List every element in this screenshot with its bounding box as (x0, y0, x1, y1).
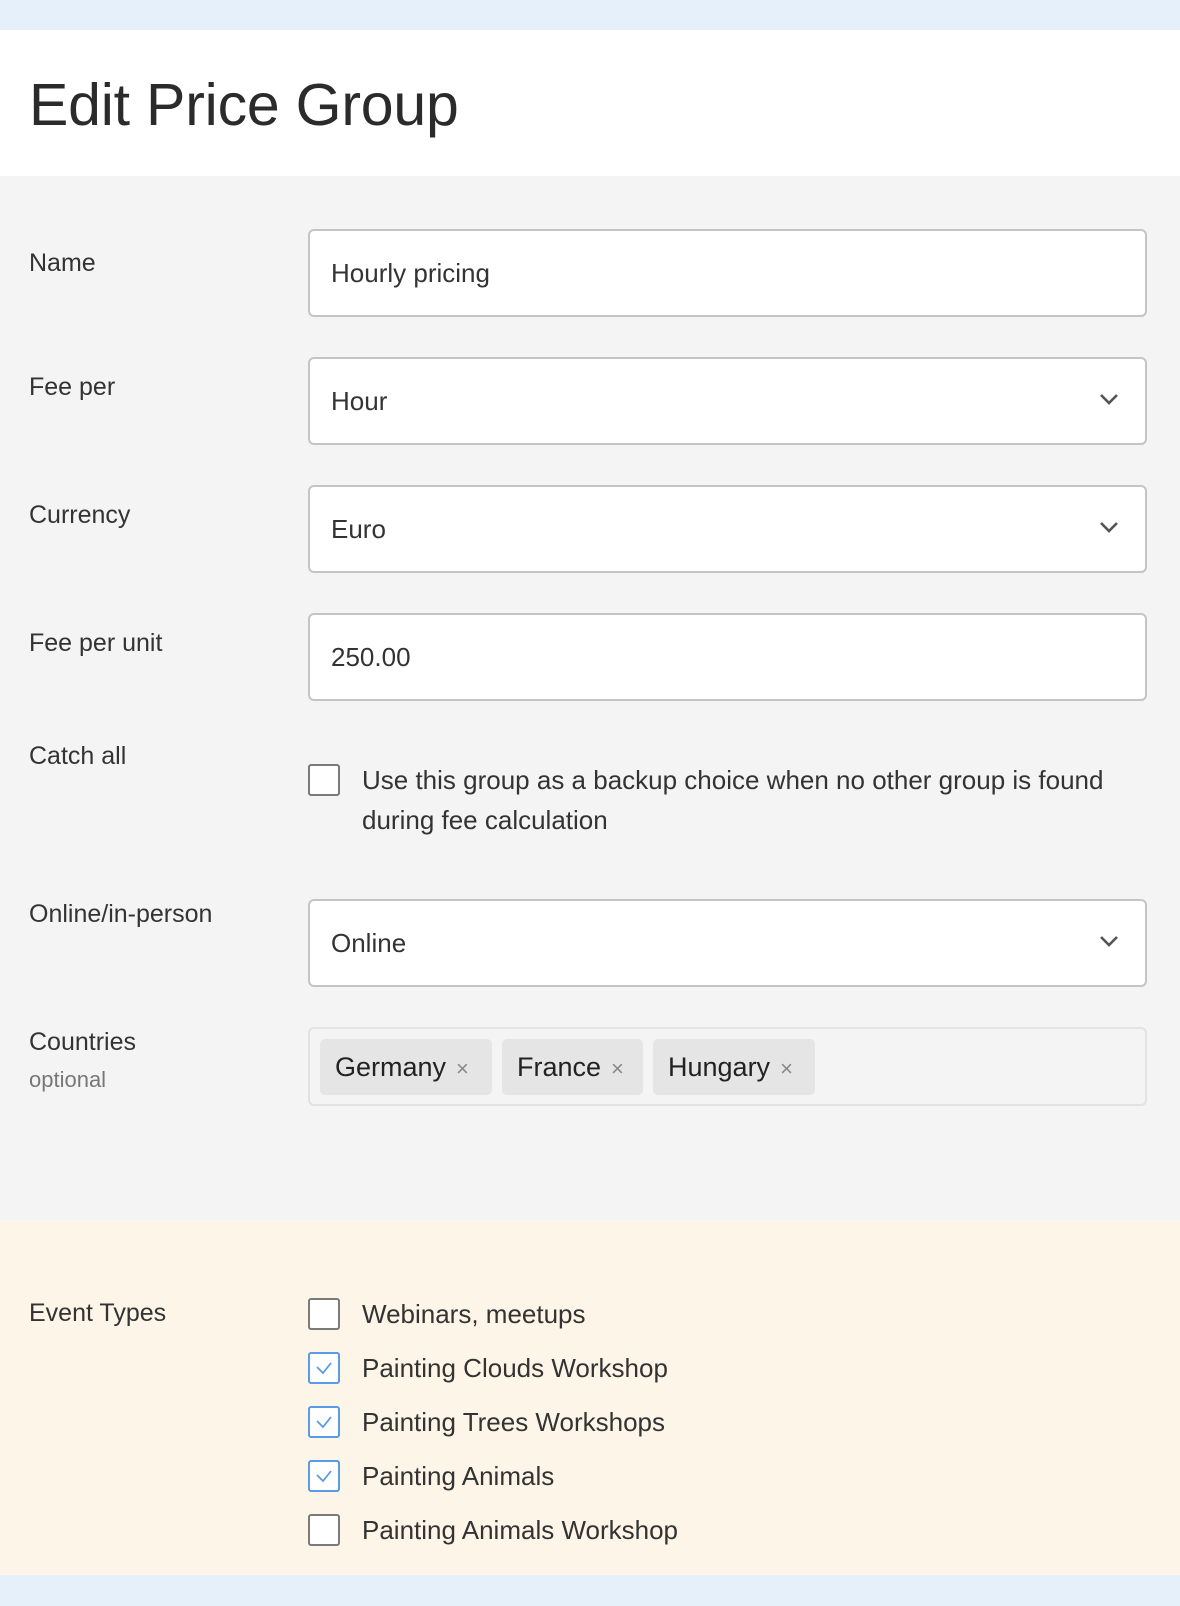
currency-value: Euro (331, 514, 386, 544)
currency-select[interactable]: Euro (308, 485, 1147, 573)
country-tag-label: France (517, 1052, 602, 1082)
page-title: Edit Price Group (29, 72, 459, 138)
currency-label: Currency (29, 501, 131, 529)
event-type-label: Webinars, meetups (362, 1299, 586, 1329)
checkmark-icon (316, 1416, 332, 1429)
event-type-label: Painting Animals Workshop (362, 1515, 679, 1545)
country-tag-label: Hungary (668, 1052, 771, 1082)
chevron-down-icon (1100, 936, 1118, 947)
event-type-label: Painting Clouds Workshop (362, 1353, 668, 1383)
catch-all-description: Use this group as a backup choice when n… (362, 765, 1104, 835)
top-band (0, 0, 1180, 30)
remove-tag-icon[interactable]: × (611, 1041, 624, 1097)
remove-tag-icon[interactable]: × (456, 1041, 469, 1097)
fee-per-label: Fee per (29, 373, 116, 401)
catch-all-checkbox[interactable] (308, 764, 340, 796)
countries-label: Countries (29, 1028, 136, 1056)
chevron-down-icon (1100, 394, 1118, 405)
event-type-checkbox[interactable] (308, 1352, 340, 1384)
countries-multiselect[interactable]: Germany × France × Hungary × (308, 1027, 1147, 1106)
event-type-checkbox[interactable] (308, 1460, 340, 1492)
checkmark-icon (316, 1362, 332, 1375)
fee-per-unit-label: Fee per unit (29, 629, 163, 657)
page-header: Edit Price Group (0, 30, 1180, 176)
event-type-label: Painting Animals (362, 1461, 555, 1491)
fee-per-unit-field[interactable] (308, 613, 1147, 701)
country-tag-label: Germany (335, 1052, 447, 1082)
bottom-band (0, 1575, 1180, 1606)
event-type-checkbox[interactable] (308, 1298, 340, 1330)
countries-optional-hint: optional (29, 1067, 107, 1092)
fee-per-value: Hour (331, 386, 388, 416)
online-in-person-value: Online (331, 928, 407, 958)
event-type-checkbox[interactable] (308, 1406, 340, 1438)
name-field[interactable] (308, 229, 1147, 317)
name-label: Name (29, 249, 96, 277)
price-group-form: Name Fee per Hour Currency Euro Fee per … (0, 176, 1180, 1220)
country-tag-germany: Germany × (320, 1039, 492, 1095)
event-type-label: Painting Trees Workshops (362, 1407, 665, 1437)
name-input[interactable] (331, 231, 1111, 315)
online-in-person-label: Online/in-person (29, 900, 213, 928)
event-type-checkbox[interactable] (308, 1514, 340, 1546)
event-types-label: Event Types (29, 1299, 167, 1327)
remove-tag-icon[interactable]: × (780, 1041, 793, 1097)
checkmark-icon (316, 1470, 332, 1483)
catch-all-label: Catch all (29, 742, 127, 770)
country-tag-hungary: Hungary × (653, 1039, 815, 1095)
fee-per-select[interactable]: Hour (308, 357, 1147, 445)
online-in-person-select[interactable]: Online (308, 899, 1147, 987)
chevron-down-icon (1100, 522, 1118, 533)
fee-per-unit-input[interactable] (331, 615, 1111, 699)
event-types-section: Event Types Webinars, meetups Painting C… (0, 1220, 1180, 1575)
country-tag-france: France × (502, 1039, 643, 1095)
